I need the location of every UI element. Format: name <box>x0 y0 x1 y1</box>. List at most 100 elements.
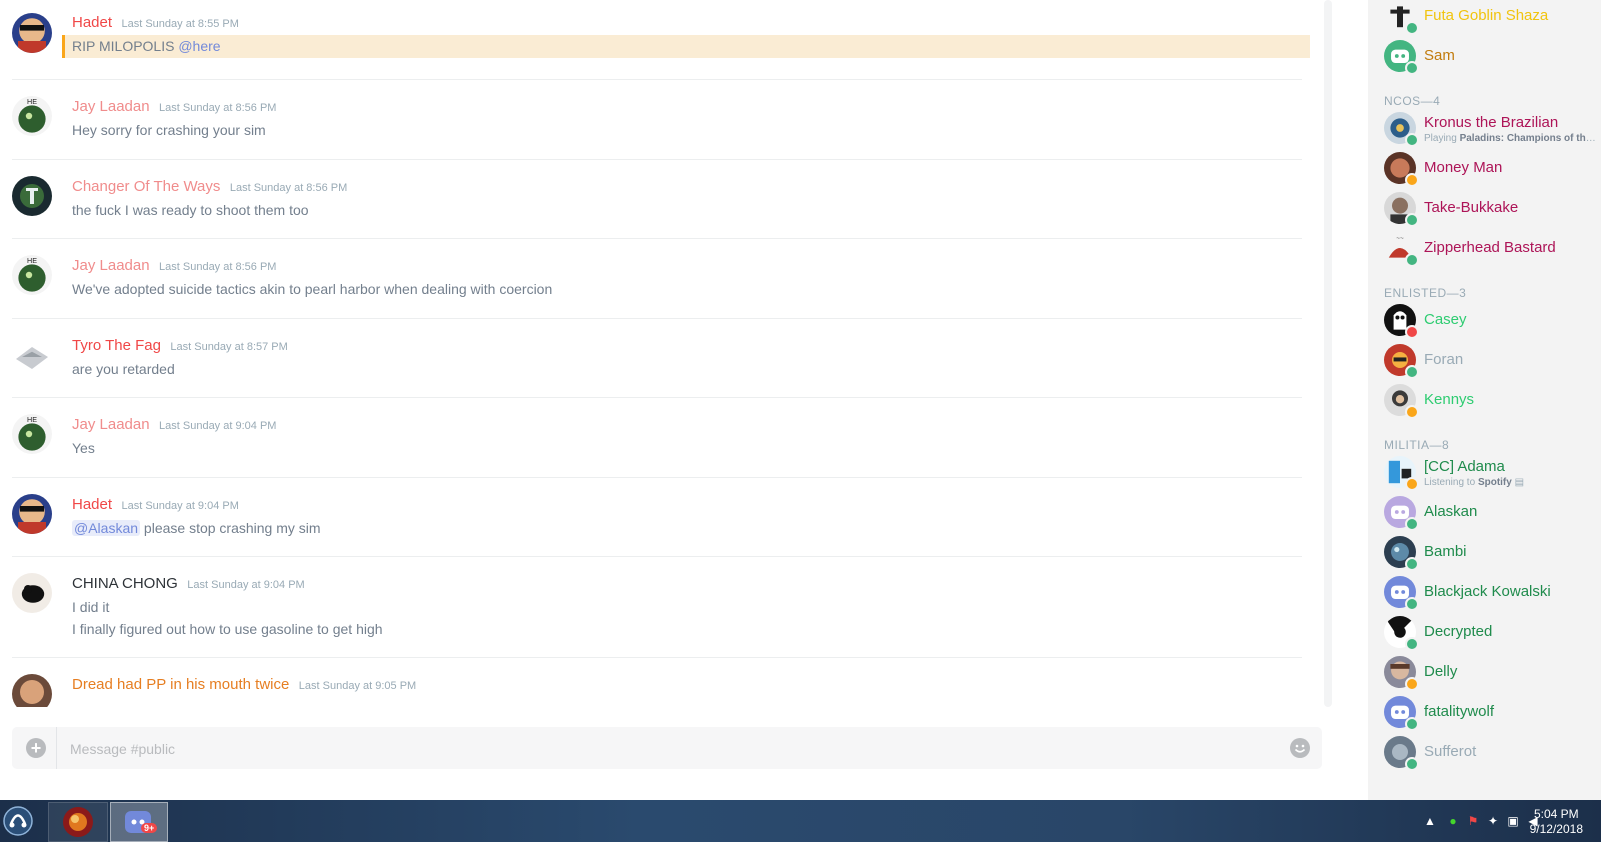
taskbar-game-app[interactable] <box>48 802 108 842</box>
user-mention[interactable]: @Alaskan <box>72 520 141 536</box>
message-group[interactable]: CHINA CHONG Last Sunday at 9:04 PM I did… <box>12 557 1302 658</box>
message-group[interactable]: Hadet Last Sunday at 8:55 PM RIP MILOPOL… <box>12 0 1310 80</box>
message-username[interactable]: Jay Laadan <box>72 98 150 115</box>
message-group[interactable]: HE Jay Laadan Last Sunday at 9:04 PM Yes <box>12 398 1302 478</box>
member-item[interactable]: [CC] Adama Listening to Spotify ▤ <box>1384 452 1599 492</box>
spotify-details-icon[interactable]: ▤ <box>1515 477 1524 488</box>
status-dnd-icon <box>1405 325 1419 339</box>
clock-date: 9/12/2018 <box>1529 822 1583 836</box>
member-avatar <box>1384 696 1419 731</box>
user-avatar[interactable] <box>12 335 52 375</box>
windows-taskbar: 9+ ▲ ● ⚑ ✦ ▣ ◀ 5:04 PM 9/12/2018 <box>0 800 1601 842</box>
power-icon[interactable]: ⚑ <box>1466 814 1480 828</box>
emoji-picker-icon[interactable] <box>1290 738 1310 758</box>
network-icon[interactable]: ▣ <box>1506 814 1520 828</box>
message-username[interactable]: Tyro The Fag <box>72 337 161 354</box>
member-item[interactable]: Futa Goblin Shaza <box>1384 0 1599 36</box>
user-avatar[interactable]: HE <box>12 255 52 295</box>
member-avatar <box>1384 536 1419 571</box>
member-item[interactable]: Sam <box>1384 36 1599 76</box>
razer-icon[interactable]: ● <box>1446 814 1460 828</box>
message-username[interactable]: CHINA CHONG <box>72 575 178 592</box>
user-avatar[interactable]: HE <box>12 414 52 454</box>
message-group[interactable]: Hadet Last Sunday at 9:04 PM @Alaskan pl… <box>12 478 1302 557</box>
start-button[interactable] <box>2 802 42 840</box>
message-username[interactable]: Changer Of The Ways <box>72 178 220 195</box>
chat-scrollbar[interactable] <box>1324 0 1332 707</box>
user-avatar[interactable]: HE <box>12 96 52 136</box>
message-timestamp: Last Sunday at 8:56 PM <box>159 261 277 273</box>
member-activity: Listening to Spotify ▤ <box>1424 477 1599 488</box>
user-avatar[interactable] <box>12 573 52 613</box>
member-name: Sam <box>1424 47 1455 64</box>
system-tray: ▲ ● ⚑ ✦ ▣ ◀ 5:04 PM 9/12/2018 <box>1321 800 1601 842</box>
member-name: Kronus the Brazilian <box>1424 114 1559 131</box>
message-group[interactable]: Dread had PP in his mouth twice Last Sun… <box>12 658 1302 707</box>
member-item[interactable]: ~~ Zipperhead Bastard <box>1384 228 1599 268</box>
message-username[interactable]: Hadet <box>72 14 112 31</box>
message-list[interactable]: Hadet Last Sunday at 8:55 PM RIP MILOPOL… <box>0 0 1322 707</box>
message-username[interactable]: Jay Laadan <box>72 257 150 274</box>
member-name: Delly <box>1424 663 1458 680</box>
member-avatar <box>1384 344 1419 379</box>
message-group[interactable]: Changer Of The Ways Last Sunday at 8:56 … <box>12 160 1302 239</box>
member-name: Zipperhead Bastard <box>1424 239 1556 256</box>
message-timestamp: Last Sunday at 9:04 PM <box>187 579 305 591</box>
member-name: Bambi <box>1424 543 1467 560</box>
message-group[interactable]: HE Jay Laadan Last Sunday at 8:56 PM Hey… <box>12 80 1302 160</box>
everyone-mention[interactable]: @here <box>178 38 220 54</box>
message-timestamp: Last Sunday at 8:57 PM <box>170 341 288 353</box>
message-username[interactable]: Jay Laadan <box>72 416 150 433</box>
member-item[interactable]: Foran <box>1384 340 1599 380</box>
member-name: Futa Goblin Shaza <box>1424 7 1549 24</box>
member-item[interactable]: Sufferot <box>1384 732 1599 772</box>
show-hidden-icons-icon[interactable]: ▲ <box>1423 814 1437 828</box>
taskbar-discord-app[interactable]: 9+ <box>110 802 168 842</box>
status-idle-icon <box>1405 677 1419 691</box>
member-item[interactable]: Money Man <box>1384 148 1599 188</box>
member-item[interactable]: Kennys <box>1384 380 1599 420</box>
message-group[interactable]: HE Jay Laadan Last Sunday at 8:56 PM We'… <box>12 239 1302 319</box>
message-group[interactable]: Tyro The Fag Last Sunday at 8:57 PM are … <box>12 319 1302 398</box>
dropbox-icon[interactable]: ✦ <box>1486 814 1500 828</box>
message-text: I finally figured out how to use gasolin… <box>72 621 383 637</box>
message-text: the fuck I was ready to shoot them too <box>72 202 309 218</box>
activity-prefix: Listening to <box>1424 477 1478 488</box>
user-avatar[interactable] <box>12 13 52 53</box>
status-idle-icon <box>1405 173 1419 187</box>
message-timestamp: Last Sunday at 8:56 PM <box>229 182 348 194</box>
member-item[interactable]: Blackjack Kowalski <box>1384 572 1599 612</box>
user-avatar[interactable] <box>12 674 52 707</box>
member-item[interactable]: Alaskan <box>1384 492 1599 532</box>
member-avatar <box>1384 496 1419 531</box>
message-text: RIP MILOPOLIS <box>72 38 175 54</box>
message-header: Jay Laadan Last Sunday at 8:56 PM <box>72 98 276 116</box>
message-text: are you retarded <box>72 361 175 377</box>
member-item[interactable]: Casey <box>1384 300 1599 340</box>
status-online-icon <box>1405 253 1419 267</box>
message-header: Jay Laadan Last Sunday at 9:04 PM <box>72 416 276 434</box>
message-header: Hadet Last Sunday at 9:04 PM <box>72 496 239 514</box>
role-header: NCOS—4 <box>1384 94 1441 108</box>
message-header: Tyro The Fag Last Sunday at 8:57 PM <box>72 337 288 355</box>
system-clock[interactable]: 5:04 PM 9/12/2018 <box>1530 807 1583 837</box>
message-timestamp: Last Sunday at 9:05 PM <box>298 680 417 692</box>
upload-plus-icon[interactable]: + <box>26 738 46 758</box>
member-item[interactable]: fatalitywolf <box>1384 692 1599 732</box>
mention-highlight <box>62 35 1310 58</box>
member-item[interactable]: Bambi <box>1384 532 1599 572</box>
user-avatar[interactable] <box>12 176 52 216</box>
message-header: Hadet Last Sunday at 8:55 PM <box>72 14 239 32</box>
message-header: Jay Laadan Last Sunday at 8:56 PM <box>72 257 276 275</box>
status-online-icon <box>1405 717 1419 731</box>
user-avatar[interactable] <box>12 494 52 534</box>
member-item[interactable]: Delly <box>1384 652 1599 692</box>
member-item[interactable]: Decrypted <box>1384 612 1599 652</box>
message-username[interactable]: Dread had PP in his mouth twice <box>72 676 289 693</box>
message-input[interactable] <box>68 727 1252 771</box>
status-idle-icon <box>1405 405 1419 419</box>
member-item[interactable]: Take-Bukkake <box>1384 188 1599 228</box>
member-avatar <box>1384 576 1419 611</box>
message-username[interactable]: Hadet <box>72 496 112 513</box>
member-item[interactable]: Kronus the Brazilian Playing Paladins: C… <box>1384 108 1599 148</box>
